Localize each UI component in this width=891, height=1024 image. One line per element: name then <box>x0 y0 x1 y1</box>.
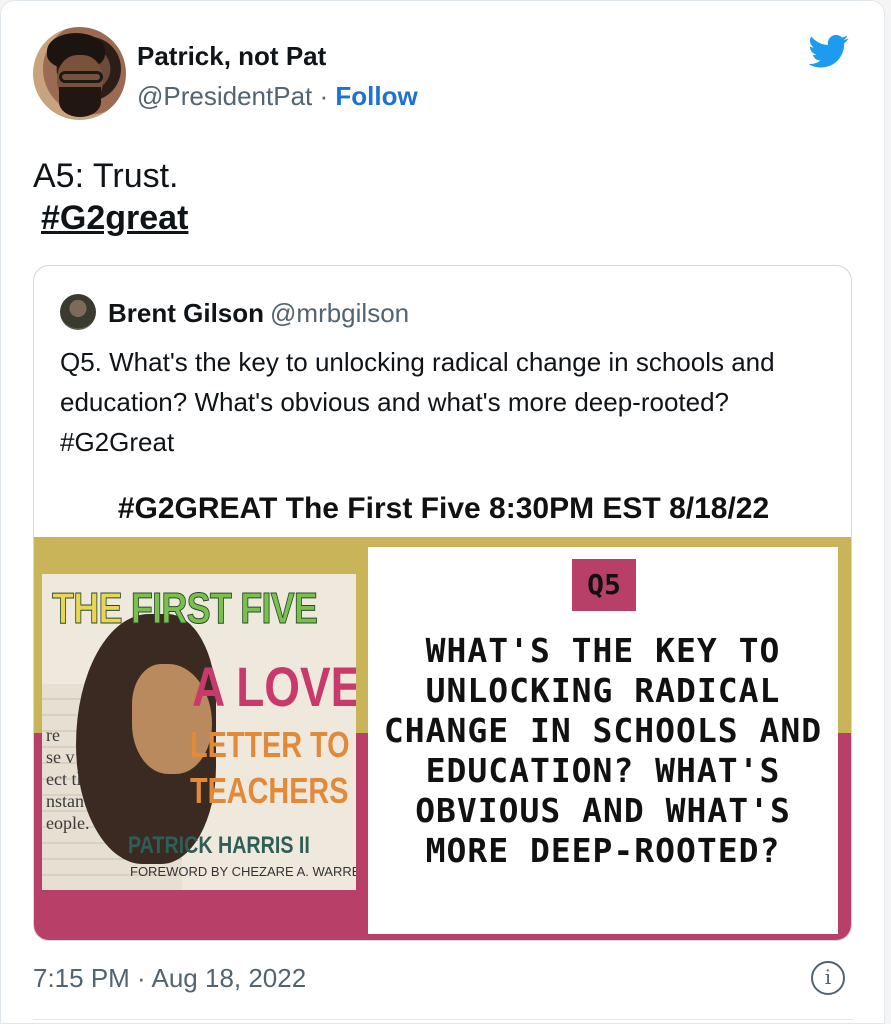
avatar-beard <box>59 87 101 117</box>
handle-separator: · <box>319 81 329 111</box>
book-subtitle-1: A LOVE <box>192 655 356 718</box>
quoted-author-avatar <box>60 294 96 330</box>
divider <box>33 1019 853 1020</box>
tweet-card: Patrick, not Pat @PresidentPat · Follow … <box>0 0 885 1024</box>
author-avatar[interactable] <box>33 27 126 120</box>
avatar-glasses <box>59 71 103 83</box>
question-text: WHAT'S THE KEY TO UNLOCKING RADICAL CHAN… <box>383 631 823 870</box>
quoted-tweet[interactable]: Brent Gilson @mrbgilson Q5. What's the ke… <box>33 265 852 941</box>
book-subtitle-2: LETTER TO <box>190 724 350 765</box>
author-handle[interactable]: @PresidentPat <box>137 81 312 111</box>
quoted-author-name: Brent Gilson <box>108 298 265 328</box>
book-title-part1: THE <box>52 584 123 634</box>
book-foreword: FOREWORD BY CHEZARE A. WARREN <box>130 864 356 879</box>
follow-button[interactable]: Follow <box>335 81 417 111</box>
book-title: THE FIRST FIVE <box>52 584 319 634</box>
tweet-text: A5: Trust. <box>33 157 179 195</box>
twitter-bird-icon[interactable] <box>807 31 851 71</box>
hashtag-link[interactable]: #G2great <box>41 199 188 238</box>
book-author: PATRICK HARRIS II <box>128 832 310 859</box>
author-name[interactable]: Patrick, not Pat <box>137 41 326 72</box>
book-title-part2: FIRST FIVE <box>130 584 319 634</box>
image-banner: #G2GREAT The First Five 8:30PM EST 8/18/… <box>34 481 851 537</box>
quoted-author-row: Brent Gilson @mrbgilson <box>108 298 409 329</box>
quoted-tweet-image[interactable]: #G2GREAT The First Five 8:30PM EST 8/18/… <box>34 481 851 940</box>
book-cover: re se v ect tl nstantl eople. THE FIRST FIVE… <box>42 574 356 890</box>
author-handle-row: @PresidentPat · Follow <box>137 81 418 112</box>
quoted-tweet-text: Q5. What's the key to unlocking radical … <box>60 347 775 457</box>
book-subtitle-3: TEACHERS <box>190 770 349 811</box>
tweet-timestamp[interactable]: 7:15 PM · Aug 18, 2022 <box>33 963 306 994</box>
question-label: Q5 <box>572 559 636 611</box>
info-icon[interactable]: i <box>811 961 845 995</box>
question-box: Q5 WHAT'S THE KEY TO UNLOCKING RADICAL C… <box>368 547 838 934</box>
quoted-author-handle: @mrbgilson <box>270 298 410 328</box>
